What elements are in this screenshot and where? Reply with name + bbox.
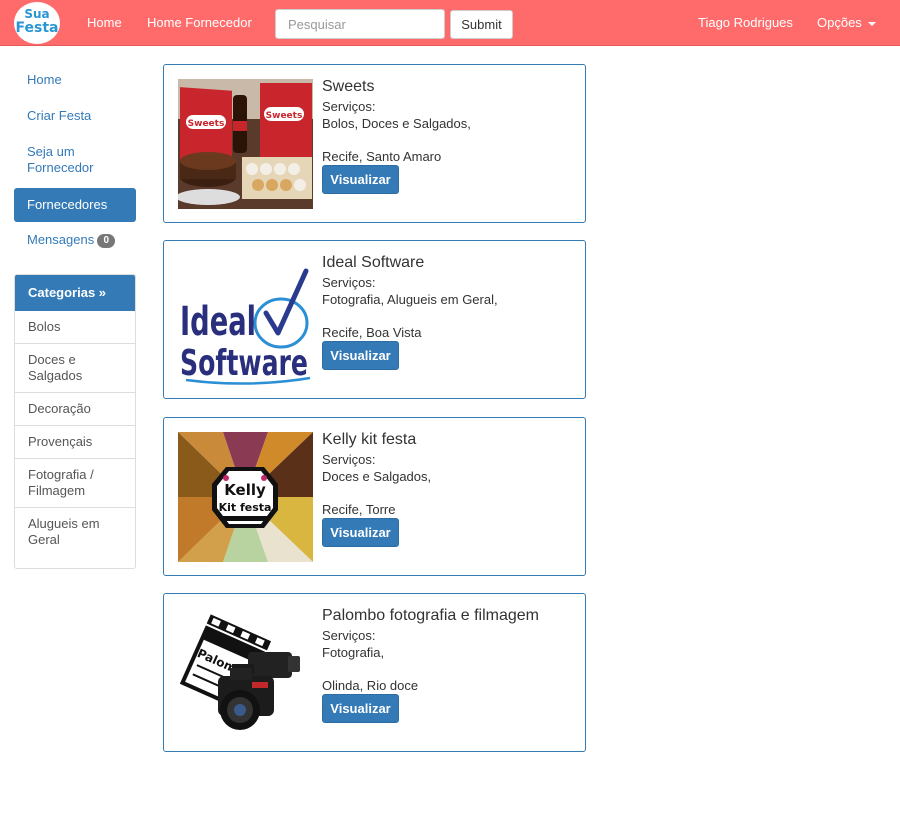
visualizar-button[interactable]: Visualizar xyxy=(322,518,399,547)
visualizar-button[interactable]: Visualizar xyxy=(322,341,399,370)
visualizar-button[interactable]: Visualizar xyxy=(322,694,399,723)
category-item-bolos[interactable]: Bolos xyxy=(15,311,135,343)
sidebar-item-home[interactable]: Home xyxy=(14,72,136,88)
category-item-alugueis[interactable]: Alugueis em Geral xyxy=(15,507,135,556)
supplier-name: Ideal Software xyxy=(322,254,425,271)
supplier-location: Recife, Boa Vista xyxy=(322,325,422,340)
caret-down-icon xyxy=(867,21,876,26)
services-list: Fotografia, Alugueis em Geral, xyxy=(322,292,498,307)
supplier-location: Olinda, Rio doce xyxy=(322,678,419,693)
sweets-box-text-left: Sweets xyxy=(188,119,225,129)
services-list: Doces e Salgados, xyxy=(322,469,432,484)
supplier-location: Recife, Torre xyxy=(322,502,396,517)
sweets-box-text-right: Sweets xyxy=(266,111,303,121)
submit-button[interactable]: Submit xyxy=(450,10,513,39)
visualizar-button[interactable]: Visualizar xyxy=(322,165,399,194)
sweets-cake-photo[interactable]: Sweets Sweets xyxy=(178,79,313,209)
supplier-name: Kelly kit festa xyxy=(322,431,417,448)
sua-festa-logo[interactable]: Sua Festa xyxy=(14,2,60,44)
services-label: Serviços: xyxy=(322,99,376,114)
search-input[interactable] xyxy=(275,9,445,39)
options-label: Opções xyxy=(817,15,862,30)
mensagens-label: Mensagens xyxy=(27,232,95,247)
camera-clapboard-photo[interactable]: Palombo xyxy=(178,608,313,738)
supplier-card: Ideal Software Ideal Software Serviços: … xyxy=(163,240,586,399)
ideal-software-logo[interactable]: Ideal Software xyxy=(178,255,313,385)
category-item-provencais[interactable]: Provençais xyxy=(15,425,135,458)
categories-panel: Categorias » Bolos Doces e Salgados Deco… xyxy=(14,274,136,569)
navbar: Sua Festa Home Home Fornecedor Submit Ti… xyxy=(0,0,900,46)
category-item-fotografia[interactable]: Fotografia / Filmagem xyxy=(15,458,135,507)
ideal-text: Ideal xyxy=(180,299,256,345)
sidebar-item-seja-fornecedor[interactable]: Seja um Fornecedor xyxy=(14,144,136,176)
sidebar-item-fornecedores[interactable]: Fornecedores xyxy=(14,188,136,222)
category-item-decoracao[interactable]: Decoração xyxy=(15,392,135,425)
services-list: Bolos, Doces e Salgados, xyxy=(322,116,471,131)
software-text: Software xyxy=(180,343,308,384)
kelly-kit-festa-collage[interactable]: Kelly Kit festa xyxy=(178,432,313,562)
logo-text-bottom: Festa xyxy=(15,20,59,36)
services-label: Serviços: xyxy=(322,275,376,290)
supplier-card: Palombo Palombo fotografia e filmagem Se… xyxy=(163,593,586,752)
kit-festa-logo-text: Kit festa xyxy=(219,501,272,514)
sidebar-item-mensagens[interactable]: Mensagens 0 xyxy=(14,232,136,248)
services-list: Fotografia, xyxy=(322,645,385,660)
supplier-card: Sweets Sweets Sweets Serviços: Bolos, Do… xyxy=(163,64,586,223)
kelly-logo-text: Kelly xyxy=(224,481,266,499)
options-dropdown[interactable]: Opções xyxy=(817,15,876,30)
categories-header[interactable]: Categorias » xyxy=(15,275,135,311)
services-label: Serviços: xyxy=(322,628,376,643)
logo-text-top: Sua xyxy=(24,7,50,21)
supplier-location: Recife, Santo Amaro xyxy=(322,149,442,164)
sidebar-item-criar-festa[interactable]: Criar Festa xyxy=(14,108,136,124)
nav-home-link[interactable]: Home xyxy=(87,15,122,30)
message-count-badge: 0 xyxy=(97,234,116,248)
category-item-doces-salgados[interactable]: Doces e Salgados xyxy=(15,343,135,392)
user-name-link[interactable]: Tiago Rodrigues xyxy=(698,15,793,30)
services-label: Serviços: xyxy=(322,452,376,467)
supplier-name: Sweets xyxy=(322,78,375,95)
nav-home-fornecedor-link[interactable]: Home Fornecedor xyxy=(147,15,252,30)
supplier-card: Kelly Kit festa Kelly kit festa Serviços… xyxy=(163,417,586,576)
supplier-name: Palombo fotografia e filmagem xyxy=(322,607,539,624)
